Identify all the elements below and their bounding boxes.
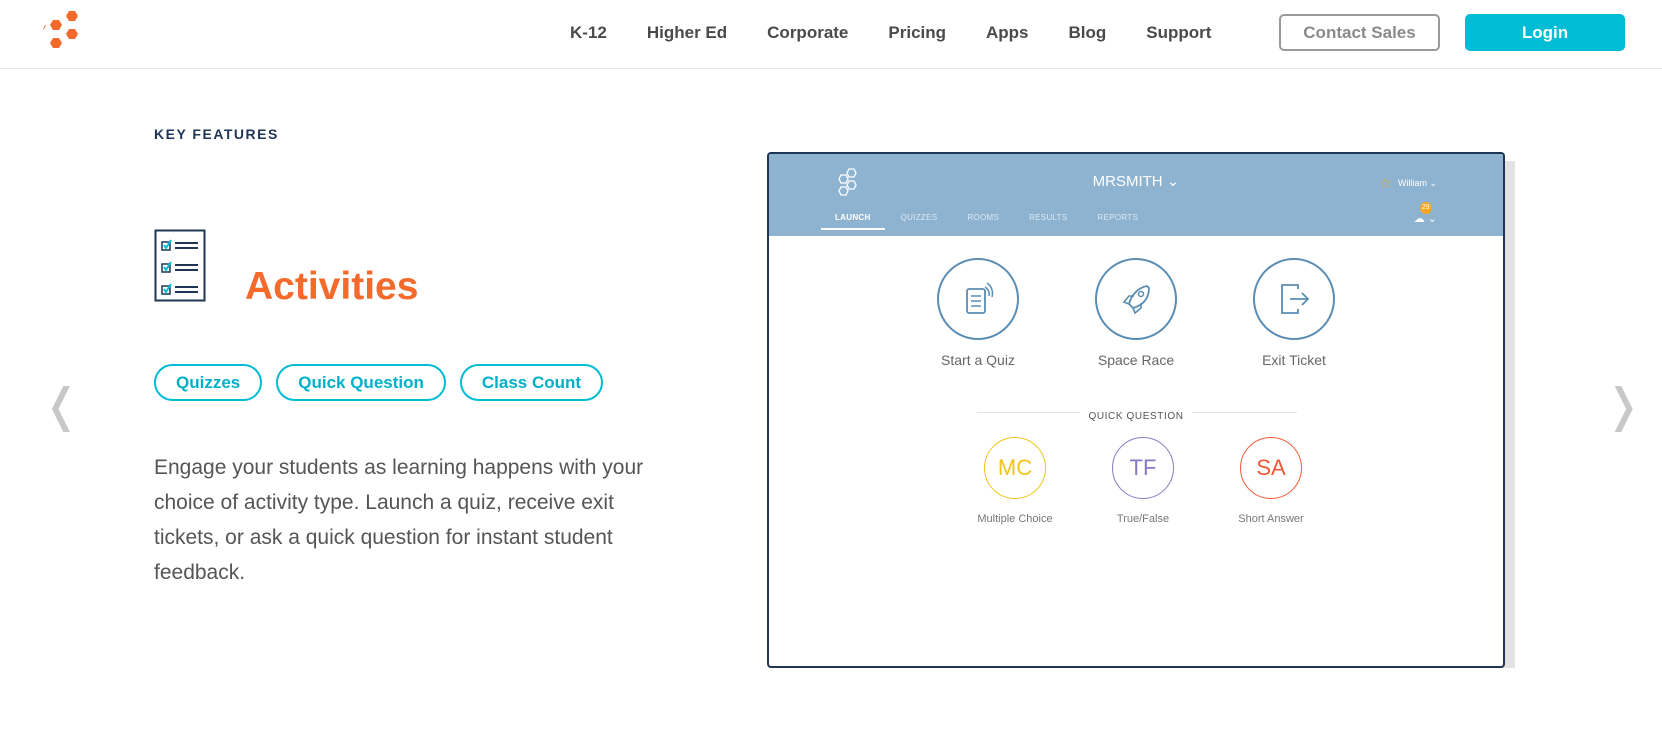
nav-pricing[interactable]: Pricing [888,23,946,43]
nav-k12[interactable]: K-12 [570,23,607,43]
room-name: MRSMITH [1092,173,1163,190]
rocket-icon [1095,258,1177,340]
app-tabs: LAUNCH QUIZZES ROOMS RESULTS REPORTS [821,213,1168,230]
pill-class-count[interactable]: Class Count [459,364,604,401]
quiz-document-icon [937,258,1019,340]
tab-launch[interactable]: LAUNCH [821,213,885,230]
quick-multiple-choice[interactable]: MC Multiple Choice [960,437,1070,525]
site-header: K-12 Higher Ed Corporate Pricing Apps Bl… [0,0,1662,69]
tf-badge: TF [1112,437,1174,499]
tab-results[interactable]: RESULTS [1029,213,1067,230]
app-screenshot: MRSMITH ⌄ ☆ William ⌄ LAUNCH QUIZZES ROOM… [767,152,1505,668]
tab-rooms[interactable]: ROOMS [967,213,999,230]
main-nav: K-12 Higher Ed Corporate Pricing Apps Bl… [570,0,1251,66]
carousel-prev-icon[interactable]: ❬ [42,382,81,428]
launch-label: Exit Ticket [1262,352,1326,368]
sa-badge: SA [1240,437,1302,499]
chevron-down-icon: ⌄ [1426,178,1437,188]
nav-support[interactable]: Support [1146,23,1211,43]
section-kicker: KEY FEATURES [154,126,279,142]
login-button[interactable]: Login [1465,14,1625,51]
nav-higher-ed[interactable]: Higher Ed [647,23,727,43]
nav-corporate[interactable]: Corporate [767,23,848,43]
exit-door-icon [1253,258,1335,340]
star-icon: ☆ [1379,175,1392,191]
quick-label: True/False [1116,513,1170,525]
tab-quizzes[interactable]: QUIZZES [901,213,938,230]
carousel-next-icon[interactable]: ❭ [1604,382,1643,428]
user-menu[interactable]: ☆ William ⌄ [1379,175,1437,192]
notifications-button[interactable]: ☁ 29 ⌄ [1413,202,1437,225]
launch-label: Start a Quiz [941,352,1015,368]
pill-quizzes[interactable]: Quizzes [154,364,263,401]
feature-description: Engage your students as learning happens… [154,456,644,584]
nav-blog[interactable]: Blog [1069,23,1107,43]
notification-badge: 29 [1419,202,1432,214]
nav-apps[interactable]: Apps [986,23,1029,43]
mc-badge: MC [984,437,1046,499]
tab-reports[interactable]: REPORTS [1098,213,1139,230]
quick-label: Short Answer [1238,513,1304,525]
launch-space-race[interactable]: Space Race [1076,258,1196,368]
quick-short-answer[interactable]: SA Short Answer [1216,437,1326,525]
chevron-down-icon: ⌄ [1166,173,1180,190]
quick-question-heading: QUICK QUESTION [769,406,1503,424]
socrative-logo-icon[interactable] [42,9,82,57]
quick-true-false[interactable]: TF True/False [1088,437,1198,525]
chevron-down-icon: ⌄ [1427,213,1437,225]
activity-pills: Quizzes Quick Question Class Count [154,364,617,401]
checklist-icon [154,229,206,302]
users-icon: ☁ [1413,213,1425,225]
launch-start-quiz[interactable]: Start a Quiz [918,258,1038,368]
launch-exit-ticket[interactable]: Exit Ticket [1234,258,1354,368]
contact-sales-button[interactable]: Contact Sales [1279,14,1440,51]
quick-label: Multiple Choice [977,513,1053,525]
pill-quick-question[interactable]: Quick Question [276,364,446,401]
launch-label: Space Race [1097,352,1175,368]
app-topbar: MRSMITH ⌄ ☆ William ⌄ LAUNCH QUIZZES ROOM… [769,154,1503,236]
feature-title: Activities [245,265,419,308]
user-name: William [1397,178,1427,188]
